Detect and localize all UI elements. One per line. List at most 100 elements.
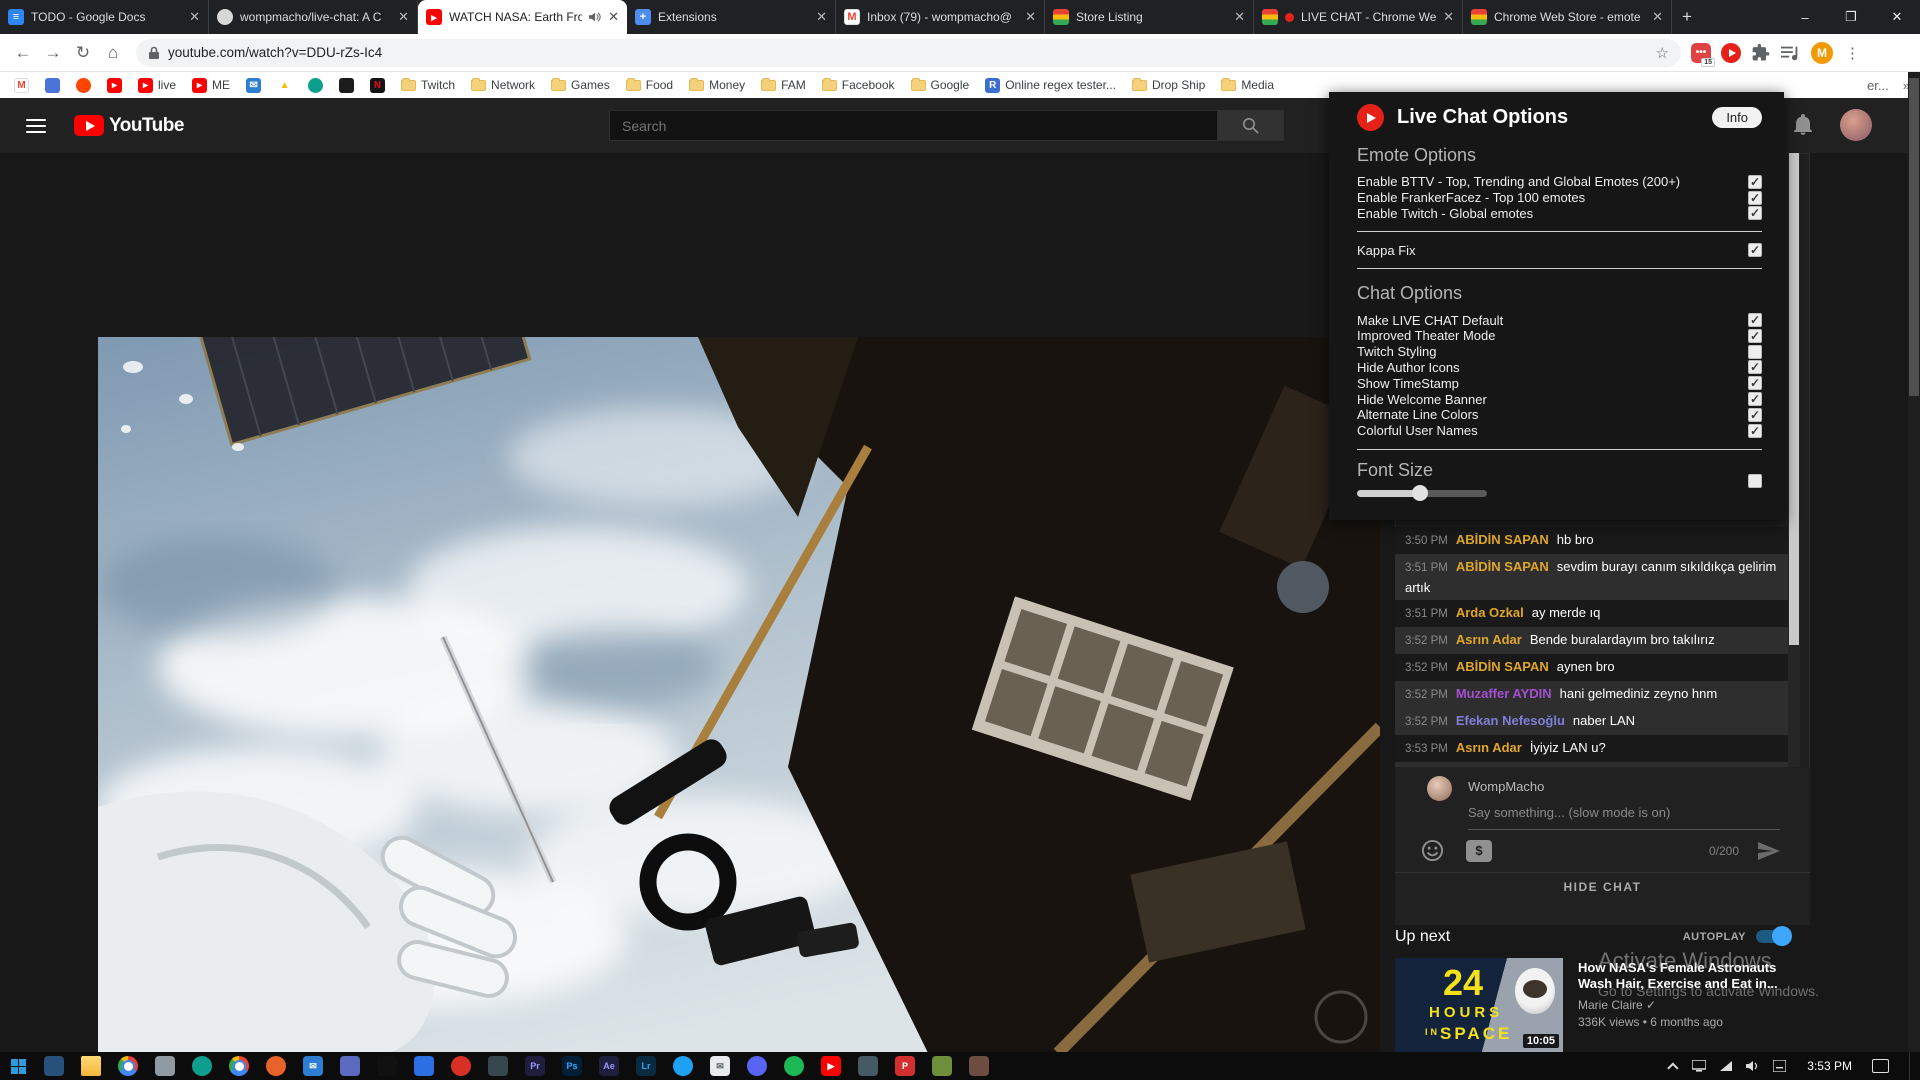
tab-close-icon[interactable]: ✕ [1234,9,1245,25]
chat-checkbox[interactable]: ✓ [1748,313,1762,327]
up-next-video-title[interactable]: How NASA's Female Astronauts Wash Hair, … [1578,960,1806,992]
home-button[interactable]: ⌂ [98,43,128,63]
chat-author-name[interactable]: Muzaffer AYDIN [1456,686,1552,701]
chat-author-name[interactable]: ABİDİN SAPAN [1456,659,1549,674]
bookmark-item-me[interactable]: ▸ME [186,76,236,95]
chat-author-name[interactable]: Efekan Nefesoğlu [1456,713,1565,728]
bookmark-item-money[interactable]: Money [683,76,751,94]
up-next-thumbnail[interactable]: 24 HOURS INSPACE 10:05 [1395,958,1563,1052]
page-scrollbar[interactable] [1908,72,1920,1052]
kappa-checkbox[interactable]: ✓ [1748,243,1762,257]
taskbar-app-icon[interactable]: Ps [562,1056,582,1076]
taskbar-clock[interactable]: 3:53 PM [1799,1059,1860,1073]
chat-user-avatar[interactable] [1427,776,1452,801]
tab-audio-icon[interactable] [589,11,601,23]
chat-scrollbar-thumb[interactable] [1789,153,1799,645]
chat-scrollbar[interactable] [1788,153,1800,767]
chat-author-name[interactable]: Asrın Adar [1456,632,1522,647]
tray-network-icon[interactable] [1718,1060,1733,1073]
taskbar-app-icon[interactable] [488,1056,508,1076]
bookmark-item[interactable] [70,76,97,95]
chat-message-row[interactable]: 3:50 PMABİDİN SAPANhb bro [1395,527,1795,554]
browser-tab[interactable]: Store Listing✕ [1045,0,1254,34]
tray-volume-icon[interactable] [1745,1060,1760,1073]
action-center-icon[interactable] [1872,1059,1889,1073]
close-button[interactable]: ✕ [1874,0,1920,34]
hide-chat-button[interactable]: HIDE CHAT [1395,880,1810,894]
browser-tab[interactable]: LIVE CHAT - Chrome We✕ [1254,0,1463,34]
browser-tab[interactable]: wompmacho/live-chat: A C✕ [209,0,418,34]
emote-checkbox[interactable]: ✓ [1748,175,1762,189]
taskbar-app-icon[interactable] [266,1056,286,1076]
video-player[interactable] [98,337,1380,1053]
live-chat-extension-icon[interactable] [1721,43,1741,63]
bookmark-item[interactable] [333,76,360,95]
bookmark-item[interactable] [39,76,66,95]
bookmark-star-icon[interactable]: ☆ [1656,44,1669,62]
taskbar-app-icon[interactable] [673,1056,693,1076]
font-size-checkbox[interactable]: ✓ [1748,474,1762,488]
autoplay-toggle[interactable] [1756,930,1790,943]
taskbar-app-icon[interactable] [414,1056,434,1076]
bookmark-item[interactable]: ▲ [271,76,298,95]
bookmark-item-food[interactable]: Food [620,76,679,94]
bookmark-item-facebook[interactable]: Facebook [816,76,901,94]
superchat-icon[interactable]: $ [1466,840,1492,862]
forward-button[interactable]: → [38,43,68,63]
bookmark-item-drop-ship[interactable]: Drop Ship [1126,76,1211,94]
profile-avatar[interactable]: M [1811,42,1833,64]
taskbar-app-icon[interactable] [969,1056,989,1076]
chat-checkbox[interactable]: ✓ [1748,408,1762,422]
taskbar-app-icon[interactable]: ✉ [710,1056,730,1076]
extension-icon-red[interactable]: ••• 15 [1691,43,1711,63]
bookmark-item-media[interactable]: Media [1215,76,1280,94]
taskbar-app-icon[interactable] [932,1056,952,1076]
tab-close-icon[interactable]: ✕ [608,9,619,25]
taskbar-app-icon[interactable] [81,1056,101,1076]
playlist-icon[interactable] [1781,44,1801,62]
taskbar-app-icon[interactable] [858,1056,878,1076]
taskbar-app-icon[interactable]: ▶ [821,1056,841,1076]
tab-close-icon[interactable]: ✕ [1443,9,1454,25]
show-desktop-button[interactable] [1909,1052,1914,1080]
taskbar-app-icon[interactable] [747,1056,767,1076]
chat-author-name[interactable]: Asrın Adar [1456,740,1522,755]
bookmark-item[interactable] [302,76,329,95]
bookmark-item[interactable]: ▸ [101,76,128,95]
bookmark-item-live[interactable]: ▸live [132,76,182,95]
emoji-icon[interactable] [1421,839,1444,862]
tray-language-icon[interactable] [1772,1060,1787,1073]
taskbar-app-icon[interactable]: P [895,1056,915,1076]
taskbar-app-icon[interactable] [118,1056,138,1076]
tab-close-icon[interactable]: ✕ [189,9,200,25]
taskbar-app-icon[interactable] [340,1056,360,1076]
search-input[interactable] [609,110,1218,141]
emote-checkbox[interactable]: ✓ [1748,191,1762,205]
info-button[interactable]: Info [1712,107,1762,128]
taskbar-app-icon[interactable]: Lr [636,1056,656,1076]
chat-checkbox[interactable]: ✓ [1748,392,1762,406]
taskbar-app-icon[interactable] [192,1056,212,1076]
browser-tab[interactable]: ▸WATCH NASA: Earth Fro✕ [418,0,627,34]
tab-close-icon[interactable]: ✕ [398,9,409,25]
chat-message-row[interactable]: 3:52 PMMuzaffer AYDINhani gelmediniz zey… [1395,681,1795,708]
chat-author-name[interactable]: ABİDİN SAPAN [1456,559,1549,574]
chat-checkbox[interactable]: ✓ [1748,345,1762,359]
taskbar-app-icon[interactable] [229,1056,249,1076]
minimize-button[interactable]: – [1782,0,1828,34]
notifications-bell-icon[interactable] [1792,113,1814,137]
bookmark-item[interactable]: N [364,76,391,95]
page-scrollbar-thumb[interactable] [1909,78,1919,396]
chat-message-row[interactable]: 3:52 PMEfekan Nefesoğlunaber LAN [1395,708,1795,735]
bookmark-item[interactable]: ✉ [240,76,267,95]
bookmark-partial[interactable]: er... [1867,78,1899,93]
menu-icon[interactable] [26,119,46,133]
slider-knob[interactable] [1412,485,1428,501]
send-icon[interactable] [1757,841,1781,861]
taskbar-app-icon[interactable] [155,1056,175,1076]
browser-tab[interactable]: ≡TODO - Google Docs✕ [0,0,209,34]
tray-monitor-icon[interactable] [1691,1060,1706,1073]
chat-author-name[interactable]: ABİDİN SAPAN [1456,532,1549,547]
bookmark-item-google[interactable]: Google [905,76,976,94]
chat-checkbox[interactable]: ✓ [1748,424,1762,438]
